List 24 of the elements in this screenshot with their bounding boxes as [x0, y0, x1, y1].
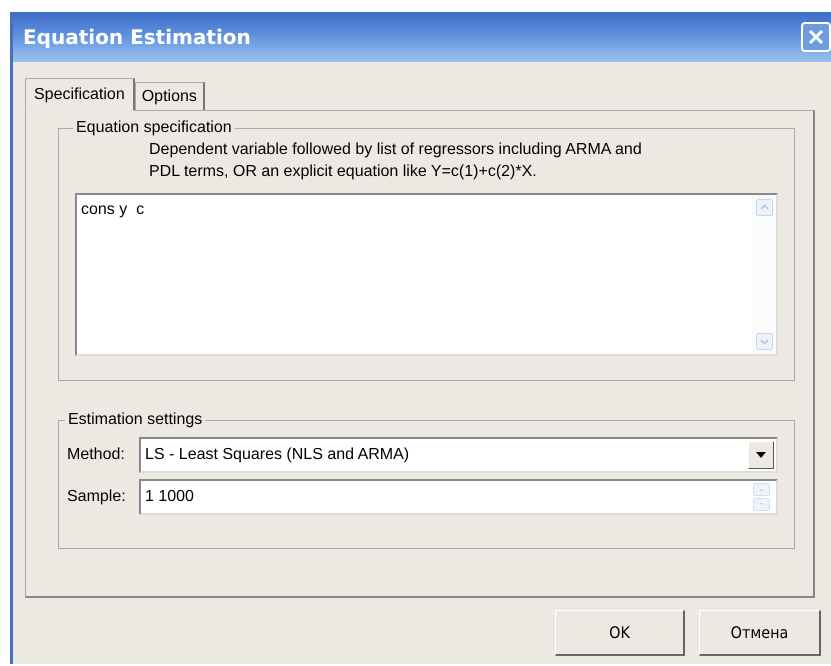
sample-field[interactable]: 1 1000 [139, 479, 778, 515]
caret-icon [756, 452, 766, 458]
field-value: 1 1000 [145, 488, 194, 506]
dropdown-button[interactable] [748, 441, 774, 469]
spin-down-icon[interactable] [753, 498, 770, 511]
method-label: Method: [67, 446, 126, 464]
field-value: cons y c [80, 200, 146, 220]
window-title: Equation Estimation [23, 25, 251, 49]
group-legend: Equation specification [73, 119, 235, 137]
equation-field[interactable]: cons y c [75, 193, 778, 356]
group-legend: Estimation settings [65, 411, 206, 429]
hint-text: Dependent variable followed by list of regressors including ARMA and PDL terms, OR an explicit equation like Y=c(1)+c(2)*X. [149, 140, 643, 182]
dialog-button[interactable]: OK [555, 610, 685, 656]
tab[interactable]: Options [134, 82, 205, 110]
spin-up-icon[interactable] [753, 483, 770, 496]
tab[interactable]: Specification [25, 78, 135, 111]
dropdown-value: LS - Least Squares (NLS and ARMA) [145, 446, 410, 464]
dialog-button[interactable]: Отмена [699, 610, 821, 656]
close-button[interactable] [801, 22, 831, 52]
method-dropdown[interactable]: LS - Least Squares (NLS and ARMA) [139, 437, 778, 473]
scroll-down-icon [756, 333, 772, 350]
scrollbar[interactable] [752, 195, 776, 354]
scroll-up-icon [756, 199, 772, 216]
sample-label: Sample: [67, 488, 127, 506]
